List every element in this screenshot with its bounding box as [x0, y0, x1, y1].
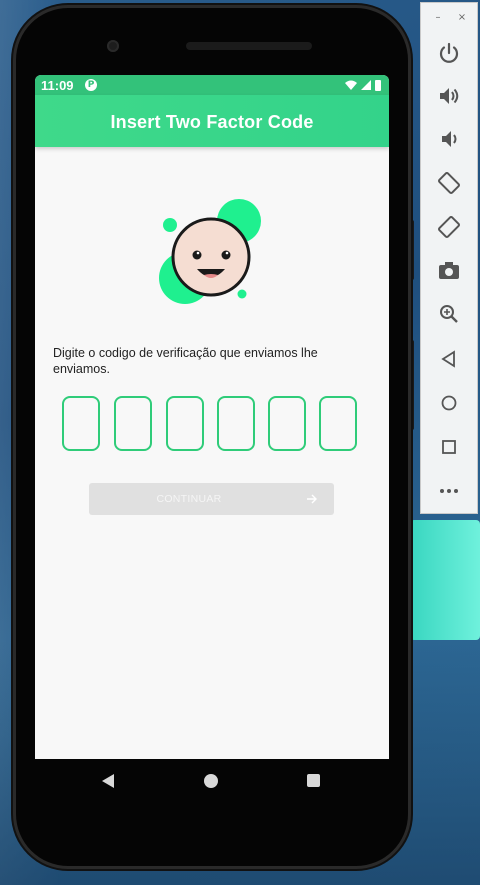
overview-icon [442, 440, 456, 454]
volume-up-button[interactable] [435, 82, 463, 110]
more-button[interactable] [435, 477, 463, 505]
code-digit-input[interactable] [114, 396, 152, 451]
volume-up-icon [440, 88, 459, 104]
power-button[interactable] [435, 39, 463, 67]
volume-down-icon [442, 131, 457, 147]
rotate-right-icon [438, 216, 460, 238]
emulator-window-controls: – × [421, 11, 477, 25]
smiley-face-illustration [159, 199, 261, 304]
signal-icon [361, 80, 371, 90]
close-button[interactable]: × [457, 11, 467, 25]
continue-label: CONTINUAR [156, 493, 222, 505]
code-digit-input[interactable] [62, 396, 100, 451]
camera-icon [439, 262, 459, 279]
home-icon [441, 395, 457, 411]
instruction-text: Digite o codigo de verificação que envia… [53, 346, 318, 376]
wifi-icon [345, 80, 357, 90]
status-time: 11:09 [41, 78, 74, 93]
volume-down-button[interactable] [435, 125, 463, 153]
emulator-toolbar: – × [420, 2, 478, 514]
emulator-overview-button[interactable] [435, 433, 463, 461]
navigation-bar [35, 759, 389, 805]
phone-volume-button [408, 340, 414, 430]
emulator-back-button[interactable] [435, 345, 463, 373]
front-camera [107, 40, 119, 52]
status-icons [345, 79, 381, 91]
battery-icon [375, 79, 381, 91]
app-notification-icon: P [85, 79, 97, 91]
more-icon [440, 489, 458, 493]
arrow-right-icon [307, 494, 317, 504]
background-accent [410, 520, 480, 640]
power-icon [439, 42, 459, 63]
verification-code-inputs [62, 396, 362, 456]
minimize-button[interactable]: – [433, 11, 443, 25]
status-bar: 11:09 P [35, 75, 389, 95]
code-digit-input[interactable] [166, 396, 204, 451]
code-digit-input[interactable] [319, 396, 357, 451]
phone-screen: 11:09 P Insert Two Factor Code Digite o … [35, 75, 389, 759]
code-digit-input[interactable] [268, 396, 306, 451]
app-bar: Insert Two Factor Code [35, 95, 389, 147]
rotate-right-button[interactable] [435, 213, 463, 241]
phone-power-button [408, 220, 414, 280]
continue-button[interactable]: CONTINUAR [89, 483, 334, 515]
screenshot-button[interactable] [435, 257, 463, 285]
back-icon[interactable] [101, 773, 115, 789]
zoom-icon [440, 305, 458, 323]
code-digit-input[interactable] [217, 396, 255, 451]
earpiece-speaker [186, 42, 312, 50]
home-icon[interactable] [204, 774, 218, 788]
overview-icon[interactable] [307, 774, 320, 787]
back-icon [441, 350, 455, 368]
emulator-home-button[interactable] [435, 389, 463, 417]
rotate-left-icon [438, 172, 460, 194]
rotate-left-button[interactable] [435, 169, 463, 197]
page-title: Insert Two Factor Code [110, 112, 314, 132]
zoom-button[interactable] [435, 300, 463, 328]
